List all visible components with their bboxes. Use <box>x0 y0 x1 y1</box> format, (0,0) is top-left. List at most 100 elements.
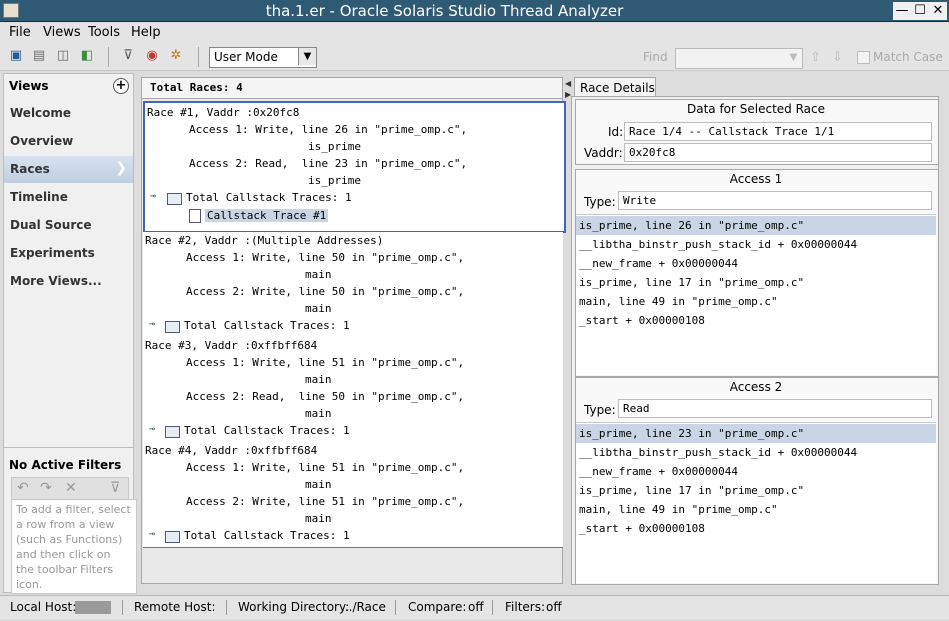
access-1-callstack: is_prime, line 26 in "prime_omp.c" __lib… <box>576 214 936 375</box>
tab-race-details[interactable]: Race Details <box>574 77 656 97</box>
races-header: Total Races: 4 <box>142 78 562 99</box>
filters-panel: No Active Filters ↶ ↷ ✕ ⊽ To add a filte… <box>4 447 137 594</box>
race-access-1-function: main <box>305 373 332 386</box>
close-button[interactable]: ✕ <box>929 2 947 20</box>
tree-expand-icon[interactable]: ⊸ <box>149 529 155 540</box>
race-access-1: Access 1: Write, line 51 in "prime_omp.c… <box>186 461 465 474</box>
filters-title: No Active Filters <box>9 458 122 472</box>
view-item-overview[interactable]: Overview <box>4 128 133 155</box>
filters-status-value: off <box>546 600 562 614</box>
access-2-callstack: is_prime, line 23 in "prime_omp.c" __lib… <box>576 422 936 583</box>
access-2-type-field[interactable]: Read <box>618 399 932 418</box>
access-1-type-field[interactable]: Write <box>618 191 932 210</box>
mode-select[interactable]: User Mode ▼ <box>209 47 317 68</box>
callstack-frame[interactable]: __new_frame + 0x00000044 <box>576 462 936 481</box>
find-dropdown-icon[interactable]: ▼ <box>785 49 802 66</box>
race-item-2[interactable]: Race #2, Vaddr :(Multiple Addresses) Acc… <box>143 232 563 338</box>
callstack-frame[interactable]: is_prime, line 17 in "prime_omp.c" <box>576 273 936 292</box>
view-item-label: Experiments <box>10 246 95 260</box>
id-field[interactable]: Race 1/4 -- Callstack Trace 1/1 <box>624 122 932 141</box>
race-access-1-function: is_prime <box>308 140 361 153</box>
race-total-traces: Total Callstack Traces: 1 <box>184 424 350 437</box>
race-item-3[interactable]: Race #3, Vaddr :0xffbff684 Access 1: Wri… <box>143 337 563 443</box>
callstack-frame[interactable]: is_prime, line 23 in "prime_omp.c" <box>576 424 936 443</box>
save-icon[interactable]: ▣ <box>8 48 24 64</box>
local-host-label: Local Host: <box>10 600 77 614</box>
chevron-right-icon: ❯ <box>115 160 127 176</box>
type-label: Type: <box>584 403 616 417</box>
match-case-checkbox[interactable] <box>857 51 870 64</box>
remove-filter-icon[interactable]: ✕ <box>65 480 77 496</box>
callstack-frame[interactable]: main, line 49 in "prime_omp.c" <box>576 500 936 519</box>
race-access-1: Access 1: Write, line 26 in "prime_omp.c… <box>189 123 468 136</box>
views-panel: Views + Welcome Overview Races ❯ Timelin… <box>3 73 137 594</box>
race-access-2: Access 2: Write, line 50 in "prime_omp.c… <box>186 285 465 298</box>
minimize-button[interactable]: — <box>893 2 911 20</box>
callstack-frame[interactable]: is_prime, line 26 in "prime_omp.c" <box>576 216 936 235</box>
race-item-4[interactable]: Race #4, Vaddr :0xffbff684 Access 1: Wri… <box>143 442 563 548</box>
redo-icon[interactable]: ↷ <box>40 480 52 496</box>
view-item-label: Timeline <box>10 190 68 204</box>
chevron-down-icon[interactable]: ▼ <box>298 48 316 65</box>
toolbar: ▣ ▤ ◫ ◧ ⊽ ◉ ✲ User Mode ▼ Find ▼ ⇧ ⇩ Mat… <box>0 43 949 71</box>
maximize-button[interactable]: ☐ <box>911 2 929 20</box>
view-item-experiments[interactable]: Experiments <box>4 240 133 267</box>
compare-icon[interactable]: ◫ <box>55 48 71 64</box>
find-next-icon[interactable]: ⇩ <box>832 50 843 65</box>
add-experiment-icon[interactable]: ◧ <box>79 48 95 64</box>
vaddr-field[interactable]: 0x20fc8 <box>624 143 932 162</box>
find-input[interactable]: ▼ <box>675 48 803 69</box>
view-item-label: Welcome <box>10 106 72 120</box>
remote-host-label: Remote Host: <box>134 600 216 614</box>
menu-views[interactable]: Views <box>43 25 81 40</box>
filters-help-text: To add a filter, select a row from a vie… <box>11 499 137 594</box>
view-item-label: More Views... <box>10 274 102 288</box>
document-icon <box>189 209 201 223</box>
callstack-frame[interactable]: is_prime, line 17 in "prime_omp.c" <box>576 481 936 500</box>
view-item-label: Dual Source <box>10 218 92 232</box>
compare-value: off <box>468 600 484 614</box>
tree-expand-icon[interactable]: ⊸ <box>149 319 155 330</box>
race-total-traces: Total Callstack Traces: 1 <box>184 529 350 542</box>
window-title: tha.1.er - Oracle Solaris Studio Thread … <box>265 2 624 20</box>
race-item-1[interactable]: Race #1, Vaddr :0x20fc8 Access 1: Write,… <box>143 101 566 233</box>
gear-icon[interactable]: ✲ <box>168 48 184 64</box>
callstack-trace-item[interactable]: Callstack Trace #1 <box>205 209 329 222</box>
callstack-frame[interactable]: _start + 0x00000108 <box>576 311 936 330</box>
filter-settings-icon[interactable]: ◉ <box>144 48 160 64</box>
view-item-races[interactable]: Races ❯ <box>4 156 133 183</box>
find-previous-icon[interactable]: ⇧ <box>810 50 821 65</box>
view-item-timeline[interactable]: Timeline <box>4 184 133 211</box>
callstack-frame[interactable]: _start + 0x00000108 <box>576 519 936 538</box>
race-title: Race #1, Vaddr :0x20fc8 <box>147 106 300 119</box>
race-access-1: Access 1: Write, line 50 in "prime_omp.c… <box>186 251 465 264</box>
access-1-group: Access 1 Type: Write is_prime, line 26 i… <box>575 169 939 377</box>
add-view-icon[interactable]: + <box>113 78 129 94</box>
total-races-label: Total Races: 4 <box>150 81 243 94</box>
view-item-more-views[interactable]: More Views... <box>4 268 133 295</box>
callstack-frame[interactable]: __libtha_binstr_push_stack_id + 0x000000… <box>576 443 936 462</box>
views-title: Views <box>9 79 49 93</box>
title-bar[interactable]: tha.1.er - Oracle Solaris Studio Thread … <box>0 0 949 22</box>
menu-file[interactable]: File <box>9 25 31 40</box>
filter-icon[interactable]: ⊽ <box>120 48 136 64</box>
view-item-dual-source[interactable]: Dual Source <box>4 212 133 239</box>
access-2-title: Access 2 <box>729 380 783 394</box>
race-access-2-function: is_prime <box>308 174 361 187</box>
race-access-2-function: main <box>305 407 332 420</box>
race-access-2: Access 2: Read, line 50 in "prime_omp.c"… <box>186 390 465 403</box>
callstack-frame[interactable]: main, line 49 in "prime_omp.c" <box>576 292 936 311</box>
filter-icon[interactable]: ⊽ <box>110 480 120 496</box>
open-experiment-icon[interactable]: ▤ <box>31 48 47 64</box>
callstack-frame[interactable]: __libtha_binstr_push_stack_id + 0x000000… <box>576 235 936 254</box>
collapse-left-icon[interactable]: ◀ <box>565 79 571 88</box>
callstack-frame[interactable]: __new_frame + 0x00000044 <box>576 254 936 273</box>
selected-race-group: Data for Selected Race Id: Race 1/4 -- C… <box>575 99 939 165</box>
tree-expand-icon[interactable]: ⊸ <box>150 191 156 202</box>
menu-help[interactable]: Help <box>131 25 161 40</box>
access-1-title: Access 1 <box>729 172 783 186</box>
undo-icon[interactable]: ↶ <box>17 480 29 496</box>
view-item-welcome[interactable]: Welcome <box>4 100 133 127</box>
menu-tools[interactable]: Tools <box>88 25 120 40</box>
tree-expand-icon[interactable]: ⊸ <box>149 424 155 435</box>
